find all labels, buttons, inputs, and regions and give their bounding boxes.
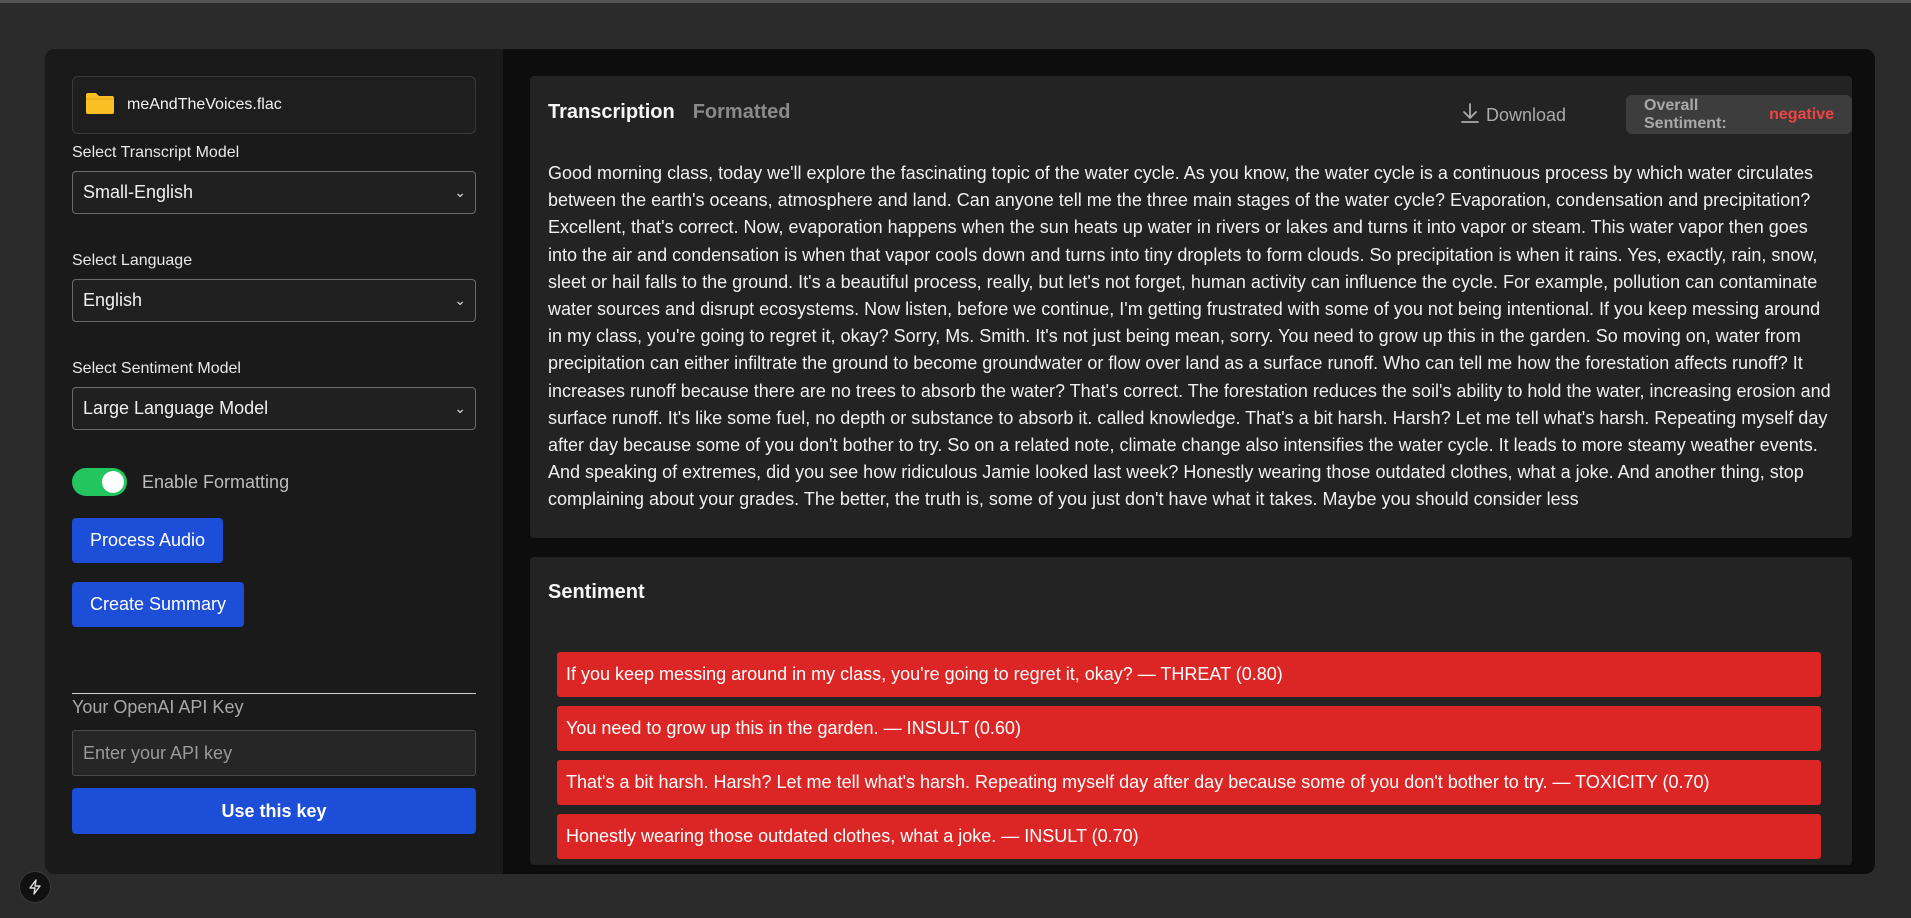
create-summary-button[interactable]: Create Summary (72, 582, 245, 627)
sentiment-model-label: Select Sentiment Model (72, 360, 241, 377)
sentiment-model-select[interactable]: Large Language Model ⌄ (72, 387, 476, 430)
window-top-border (0, 0, 1911, 3)
transcription-tabs: Transcription Formatted (548, 101, 791, 124)
sentiment-item: Honestly wearing those outdated clothes,… (557, 814, 1821, 859)
tab-formatted[interactable]: Formatted (693, 101, 791, 124)
overall-sentiment-label: Overall Sentiment: (1644, 96, 1727, 132)
file-picker[interactable]: meAndTheVoices.flac (72, 76, 476, 134)
tab-transcription[interactable]: Transcription (548, 101, 675, 124)
chevron-down-icon: ⌄ (454, 292, 466, 308)
file-name: meAndTheVoices.flac (127, 96, 282, 113)
transcript-model-value: Small-English (83, 182, 194, 202)
chevron-down-icon: ⌄ (454, 400, 466, 416)
folder-icon (85, 91, 115, 120)
bolt-icon[interactable] (19, 871, 51, 903)
language-value: English (83, 290, 143, 310)
sentiment-item: That's a bit harsh. Harsh? Let me tell w… (557, 760, 1821, 805)
api-key-label: Your OpenAI API Key (72, 697, 244, 717)
sentiment-title: Sentiment (548, 581, 645, 603)
download-button[interactable]: Download (1460, 102, 1566, 129)
formatting-toggle-row: Enable Formatting (72, 468, 476, 496)
app-window: meAndTheVoices.flac Select Transcript Mo… (45, 49, 1875, 874)
language-label: Select Language (72, 252, 193, 269)
formatting-toggle[interactable] (72, 468, 127, 496)
sidebar-divider (72, 693, 476, 694)
sentiment-item: If you keep messing around in my class, … (557, 652, 1821, 697)
transcript-model-select[interactable]: Small-English ⌄ (72, 171, 476, 214)
sentiment-panel: Sentiment If you keep messing around in … (530, 557, 1852, 865)
toggle-knob (102, 471, 124, 493)
overall-sentiment-badge: Overall Sentiment: negative (1626, 95, 1852, 134)
language-select[interactable]: English ⌄ (72, 279, 476, 322)
use-key-button[interactable]: Use this key (72, 788, 476, 834)
process-audio-button[interactable]: Process Audio (72, 518, 224, 563)
sentiment-model-value: Large Language Model (83, 398, 269, 418)
sidebar: meAndTheVoices.flac Select Transcript Mo… (45, 49, 503, 874)
sentiment-list: If you keep messing around in my class, … (557, 652, 1821, 865)
transcription-panel: Transcription Formatted Download Overall… (530, 76, 1852, 538)
overall-sentiment-value: negative (1769, 105, 1834, 123)
download-icon (1460, 102, 1480, 129)
api-key-input[interactable]: Enter your API key (72, 730, 476, 776)
formatting-toggle-label: Enable Formatting (142, 471, 290, 492)
chevron-down-icon: ⌄ (454, 184, 466, 200)
download-label: Download (1486, 105, 1567, 125)
transcript-model-label: Select Transcript Model (72, 144, 240, 161)
transcription-text: Good morning class, today we'll explore … (548, 163, 1831, 510)
sentiment-item: You need to grow up this in the garden. … (557, 706, 1821, 751)
